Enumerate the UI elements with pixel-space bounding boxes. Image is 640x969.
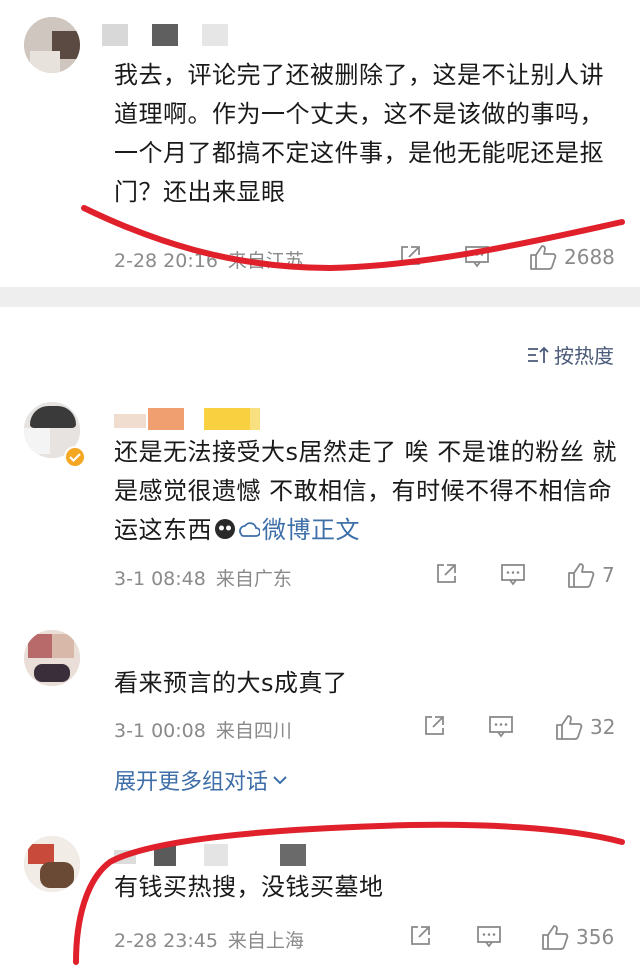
share-button[interactable] — [398, 244, 422, 268]
share-icon — [425, 716, 444, 735]
like-count: 7 — [602, 563, 615, 587]
comment-3: 看来预言的大s成真了 3-1 00:08 来自四川 32 — [0, 622, 640, 822]
sort-by-hot-button[interactable]: 按热度 — [526, 340, 614, 369]
comment-icon — [477, 926, 501, 948]
comment-meta: 2-28 20:16 来自江苏 — [114, 246, 304, 273]
share-icon — [411, 926, 430, 945]
like-button[interactable]: 2688 — [528, 243, 615, 271]
username-blurred[interactable] — [102, 24, 232, 46]
share-icon — [437, 564, 456, 583]
verified-badge-icon — [64, 446, 86, 468]
comment-text: 我去，评论完了还被删除了，这是不让别人讲道理啊。作为一个丈夫，这不是该做的事吗，… — [114, 61, 604, 206]
like-button[interactable]: 7 — [566, 561, 615, 589]
like-count: 32 — [590, 715, 616, 739]
thumbs-up-icon — [542, 925, 569, 950]
share-icon — [401, 246, 420, 265]
like-button[interactable]: 356 — [540, 923, 614, 951]
like-count: 2688 — [564, 245, 615, 269]
comment-2: 还是无法接受大s居然走了 唉 不是谁的粉丝 就是感觉很遗憾 不敢相信，有时候不得… — [0, 390, 640, 610]
avatar[interactable] — [24, 17, 80, 73]
sort-icon — [528, 346, 549, 363]
share-button[interactable] — [408, 924, 432, 948]
avatar[interactable] — [24, 630, 80, 686]
comment-time: 2-28 23:45 — [114, 930, 218, 952]
comment-text: 看来预言的大s成真了 — [114, 669, 348, 697]
like-count: 356 — [576, 925, 615, 949]
comment-time: 2-28 20:16 — [114, 250, 218, 272]
expand-label: 展开更多组对话 — [114, 770, 269, 795]
comment-4: 有钱买热搜，没钱买墓地 2-28 23:45 来自上海 356 — [0, 826, 640, 969]
avatar[interactable] — [24, 836, 80, 892]
thumbs-up-icon — [530, 245, 557, 270]
reply-button[interactable] — [476, 924, 502, 948]
comment-meta: 3-1 08:48 来自广东 — [114, 564, 292, 591]
weibo-link-icon — [239, 522, 261, 537]
comment-time: 3-1 08:48 — [114, 568, 206, 590]
thumbs-up-icon — [556, 715, 583, 740]
comment-meta: 2-28 23:45 来自上海 — [114, 926, 304, 953]
comment-text: 有钱买热搜，没钱买墓地 — [114, 873, 384, 901]
reply-button[interactable] — [500, 562, 526, 586]
comment-text: 还是无法接受大s居然走了 唉 不是谁的粉丝 就是感觉很遗憾 不敢相信，有时候不得… — [114, 438, 617, 544]
weibo-text-link[interactable]: 微博正文 — [262, 516, 360, 544]
section-divider — [0, 287, 640, 307]
expand-more-replies-link[interactable]: 展开更多组对话 — [114, 764, 288, 796]
reply-button[interactable] — [488, 714, 514, 738]
username-blurred[interactable] — [114, 844, 314, 866]
reply-button[interactable] — [464, 244, 490, 268]
share-button[interactable] — [434, 562, 458, 586]
comment-location: 来自四川 — [215, 720, 292, 742]
comment-location: 来自上海 — [227, 930, 304, 952]
comment-1: 我去，评论完了还被删除了，这是不让别人讲道理啊。作为一个丈夫，这不是该做的事吗，… — [0, 0, 640, 287]
sort-label: 按热度 — [554, 344, 614, 368]
comment-icon — [501, 564, 525, 586]
comment-icon — [465, 246, 489, 268]
share-button[interactable] — [422, 714, 446, 738]
comment-location: 来自广东 — [215, 568, 292, 590]
chevron-down-icon — [273, 776, 287, 785]
comment-time: 3-1 00:08 — [114, 720, 206, 742]
comment-meta: 3-1 00:08 来自四川 — [114, 716, 292, 743]
emoji-icon — [215, 519, 235, 539]
like-button[interactable]: 32 — [554, 713, 615, 741]
username-blurred[interactable] — [114, 408, 264, 430]
comment-location: 来自江苏 — [227, 250, 304, 272]
thumbs-up-icon — [568, 563, 595, 588]
comment-icon — [489, 716, 513, 738]
